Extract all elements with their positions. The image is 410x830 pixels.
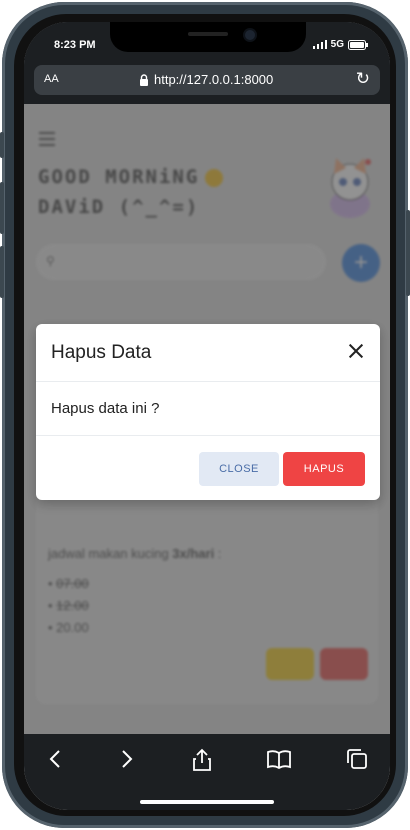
status-right: 5G: [312, 39, 368, 50]
modal-header: Hapus Data: [36, 324, 380, 382]
modal-title: Hapus Data: [51, 342, 152, 363]
tabs-icon[interactable]: [346, 748, 368, 770]
camera: [245, 30, 255, 40]
close-button[interactable]: CLOSE: [199, 452, 279, 486]
forward-icon[interactable]: [120, 748, 134, 770]
modal-footer: CLOSE HAPUS: [36, 436, 380, 500]
text-size-button[interactable]: AA: [44, 73, 59, 85]
delete-confirm-modal: Hapus Data Hapus data ini ? CLOSE HAPUS: [36, 324, 380, 500]
share-icon[interactable]: [192, 748, 212, 772]
url-display[interactable]: http://127.0.0.1:8000: [139, 72, 273, 87]
close-icon[interactable]: [348, 343, 364, 359]
home-indicator: [140, 800, 274, 804]
bookmarks-icon[interactable]: [266, 748, 292, 770]
speaker: [188, 32, 228, 36]
lock-icon: [140, 73, 148, 86]
address-bar[interactable]: AA http://127.0.0.1:8000 ↻: [34, 65, 380, 95]
reload-icon[interactable]: ↻: [356, 69, 370, 89]
modal-message: Hapus data ini ?: [51, 400, 160, 417]
battery-icon: [348, 39, 368, 50]
browser-toolbar: [24, 734, 390, 810]
power-button: [406, 210, 410, 296]
screen: 8:23 PM 5G AA http://127.0.0.1:8000 ↻ GO…: [24, 22, 390, 810]
volume-up-button: [0, 182, 4, 234]
status-time: 8:23 PM: [54, 39, 96, 51]
network-label: 5G: [330, 39, 344, 50]
mute-switch: [0, 132, 4, 158]
volume-down-button: [0, 246, 4, 298]
signal-icon: [312, 40, 327, 49]
phone-frame: 8:23 PM 5G AA http://127.0.0.1:8000 ↻ GO…: [0, 2, 410, 828]
hapus-button[interactable]: HAPUS: [283, 452, 365, 486]
modal-body: Hapus data ini ?: [36, 382, 380, 436]
url-text: http://127.0.0.1:8000: [154, 72, 274, 87]
back-icon[interactable]: [48, 748, 62, 770]
notch: [110, 22, 306, 52]
